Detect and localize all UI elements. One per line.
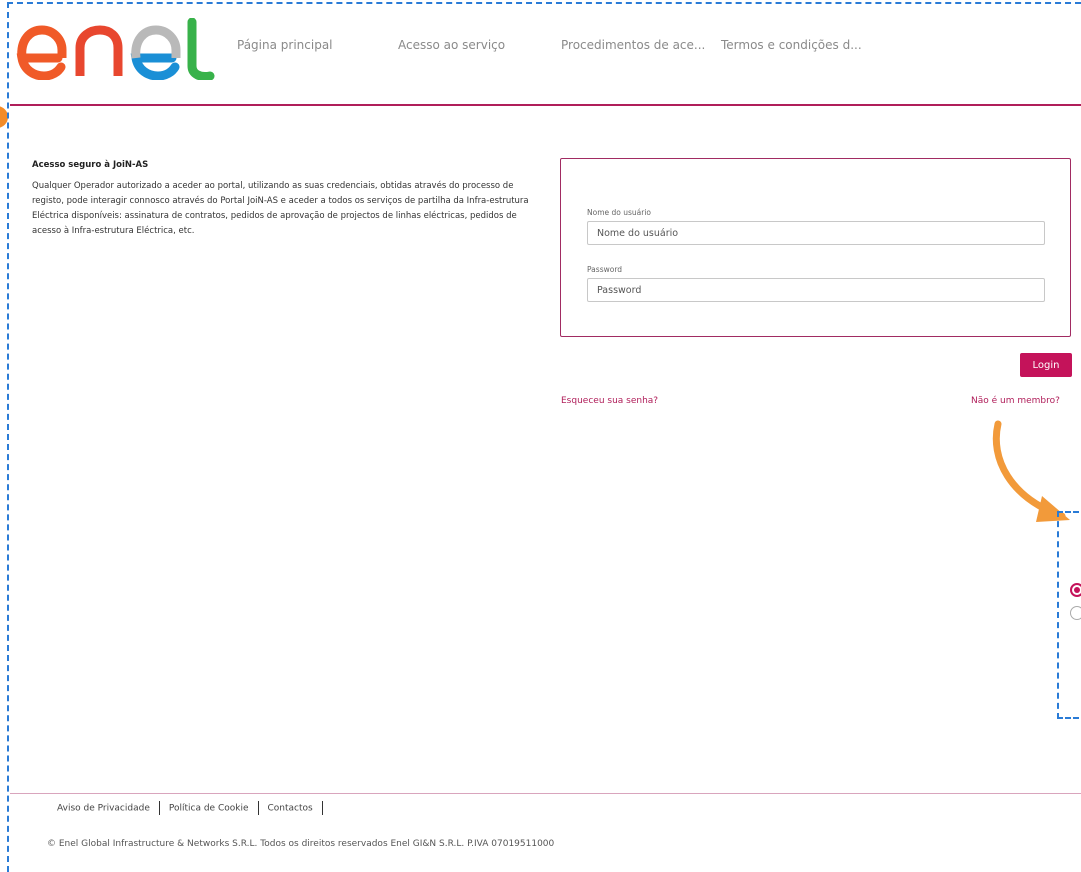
username-input[interactable]	[587, 221, 1045, 245]
copyright-text: © Enel Global Infrastructure & Networks …	[47, 839, 555, 849]
nav-item-access-procedures[interactable]: Procedimentos de ace...	[561, 38, 705, 52]
privacy-notice-link[interactable]: Aviso de Privacidade	[57, 804, 150, 814]
main-nav: Página principal Acesso ao serviço Proce…	[0, 38, 1081, 58]
footer-links: Aviso de Privacidade Política de Cookie Co…	[57, 801, 332, 815]
login-button[interactable]: Login	[1020, 353, 1072, 377]
cookie-policy-link[interactable]: Política de Cookie	[169, 804, 249, 814]
password-input[interactable]	[587, 278, 1045, 302]
annotation-arrow-icon	[992, 420, 1070, 522]
radio-option-selected[interactable]	[1070, 583, 1081, 597]
footer-divider	[10, 793, 1081, 794]
annotation-frame	[7, 2, 1081, 872]
footer-separator	[158, 801, 160, 815]
nav-item-terms-conditions[interactable]: Termos e condições d...	[721, 38, 862, 52]
contacts-link[interactable]: Contactos	[268, 804, 313, 814]
intro-title: Acesso seguro à JoiN-AS	[32, 160, 149, 170]
username-label: Nome do usuário	[587, 208, 652, 217]
login-form: Nome do usuário Password	[560, 158, 1071, 337]
footer-separator	[321, 801, 323, 815]
forgot-password-link[interactable]: Esqueceu sua senha?	[561, 396, 658, 406]
password-label: Password	[587, 265, 623, 274]
intro-text: Qualquer Operador autorizado a aceder ao…	[32, 181, 529, 236]
nav-item-service-access[interactable]: Acesso ao serviço	[398, 38, 505, 52]
register-link[interactable]: Não é um membro?	[971, 396, 1060, 406]
radio-option[interactable]	[1070, 606, 1081, 620]
footer-separator	[257, 801, 259, 815]
annotation-marker	[0, 106, 8, 128]
nav-item-home[interactable]: Página principal	[237, 38, 333, 52]
header-divider	[10, 104, 1081, 106]
